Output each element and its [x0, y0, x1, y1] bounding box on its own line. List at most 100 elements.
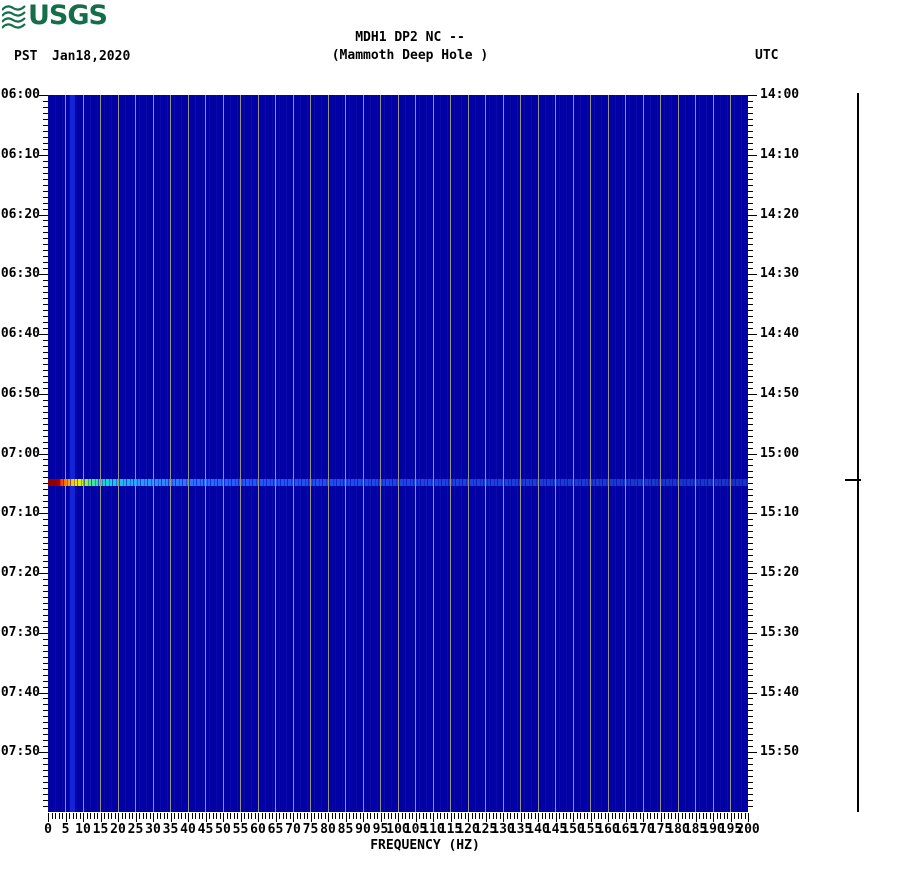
freq-axis-tick	[471, 813, 473, 819]
left-axis-tick	[43, 644, 48, 646]
right-axis-tick	[748, 662, 753, 664]
freq-axis-tick	[450, 813, 452, 822]
freq-axis-tick	[279, 813, 280, 819]
left-axis-tick	[43, 626, 48, 628]
left-axis-tick	[43, 507, 48, 509]
freq-axis-tick	[331, 813, 333, 819]
freq-axis-tick	[650, 813, 651, 819]
left-axis-tick	[43, 148, 48, 150]
freq-axis-tick	[342, 813, 343, 819]
right-axis-tick	[748, 608, 753, 610]
freq-axis-tick	[615, 813, 616, 819]
left-axis-tick	[43, 322, 48, 324]
left-axis-tick	[39, 513, 48, 515]
freq-axis-tick	[261, 813, 263, 819]
freq-axis-tick	[646, 813, 648, 819]
freq-axis-tick	[664, 813, 665, 819]
freq-axis-tick	[373, 813, 375, 819]
right-axis-tick	[748, 489, 753, 491]
right-axis-label: 14:40	[760, 326, 800, 341]
freq-axis-tick	[303, 813, 305, 819]
right-axis-tick	[748, 310, 753, 312]
left-axis-tick	[43, 578, 48, 580]
gridline-90hz	[362, 95, 364, 812]
left-axis-tick	[43, 244, 48, 246]
right-axis-tick	[748, 411, 753, 413]
freq-axis-tick	[90, 813, 91, 819]
freq-axis-tick	[153, 813, 154, 822]
freq-axis-tick	[576, 813, 578, 819]
gridline-125hz	[485, 95, 486, 812]
right-axis-tick	[748, 650, 753, 652]
right-axis-tick	[748, 435, 753, 437]
right-axis-label: 15:40	[760, 684, 800, 700]
freq-axis-tick	[142, 813, 144, 819]
freq-axis-tick	[254, 813, 256, 819]
freq-axis-tick	[394, 813, 396, 819]
gridline-185hz	[695, 95, 696, 812]
left-axis-tick	[43, 112, 48, 114]
right-axis-tick	[748, 764, 753, 766]
gridline-135hz	[520, 95, 521, 812]
left-axis-tick	[43, 304, 48, 306]
freq-axis-tick	[86, 813, 88, 819]
freq-axis-tick	[716, 813, 718, 819]
right-axis-label: 14:50	[760, 385, 800, 401]
right-axis-tick	[748, 381, 753, 383]
left-axis-tick	[43, 142, 48, 144]
left-axis-tick	[43, 584, 48, 586]
right-axis-tick	[748, 513, 757, 515]
right-axis-tick	[748, 268, 753, 270]
freq-axis-tick	[653, 813, 655, 819]
gridline-30hz	[152, 95, 154, 812]
right-axis-tick	[748, 746, 753, 748]
freq-axis-tick	[247, 813, 249, 819]
freq-axis-tick	[548, 813, 550, 819]
left-axis-tick	[43, 734, 48, 736]
gridline-40hz	[187, 95, 189, 812]
freq-axis-tick	[674, 813, 676, 819]
freq-axis-tick	[489, 813, 490, 819]
freq-axis-tick	[111, 813, 112, 819]
freq-axis-tick	[534, 813, 536, 819]
left-axis-label: 07:30	[0, 624, 40, 640]
right-axis-tick	[748, 782, 753, 784]
right-axis-tick	[748, 692, 757, 694]
right-axis-tick	[748, 722, 753, 724]
left-axis-tick	[43, 555, 48, 557]
freq-axis-tick	[695, 813, 697, 822]
freq-axis-tick	[688, 813, 690, 819]
right-axis-tick	[748, 584, 753, 586]
timezone-right-label: UTC	[755, 48, 779, 63]
freq-axis-tick	[310, 813, 312, 822]
freq-axis-tick	[258, 813, 259, 822]
right-axis-tick	[748, 507, 753, 509]
right-axis-tick	[748, 794, 753, 796]
freq-axis-tick	[639, 813, 641, 819]
left-axis-label: 07:20	[0, 565, 40, 580]
freq-axis-tick	[314, 813, 315, 819]
right-axis-label: 14:10	[760, 146, 800, 162]
right-axis-tick	[748, 369, 753, 371]
left-axis-tick	[43, 136, 48, 138]
left-axis-tick	[43, 782, 48, 784]
freq-axis-tick	[681, 813, 683, 819]
freq-axis-tick	[520, 813, 522, 822]
left-axis-tick	[43, 369, 48, 371]
freq-axis-tick	[447, 813, 448, 819]
right-axis-tick	[748, 357, 753, 359]
right-axis-tick	[748, 752, 757, 754]
left-axis-tick	[43, 220, 48, 222]
gridline-45hz	[205, 95, 206, 812]
right-axis-tick	[748, 668, 753, 670]
freq-axis-tick	[212, 813, 214, 819]
left-axis-tick	[43, 495, 48, 497]
right-axis-tick	[748, 483, 753, 485]
right-axis-tick	[748, 537, 753, 539]
left-axis-tick	[43, 459, 48, 461]
freq-axis-tick	[216, 813, 217, 819]
right-axis-tick	[748, 519, 753, 521]
right-axis-tick	[748, 256, 753, 258]
left-axis-tick	[39, 334, 48, 335]
left-axis-tick	[43, 208, 48, 210]
